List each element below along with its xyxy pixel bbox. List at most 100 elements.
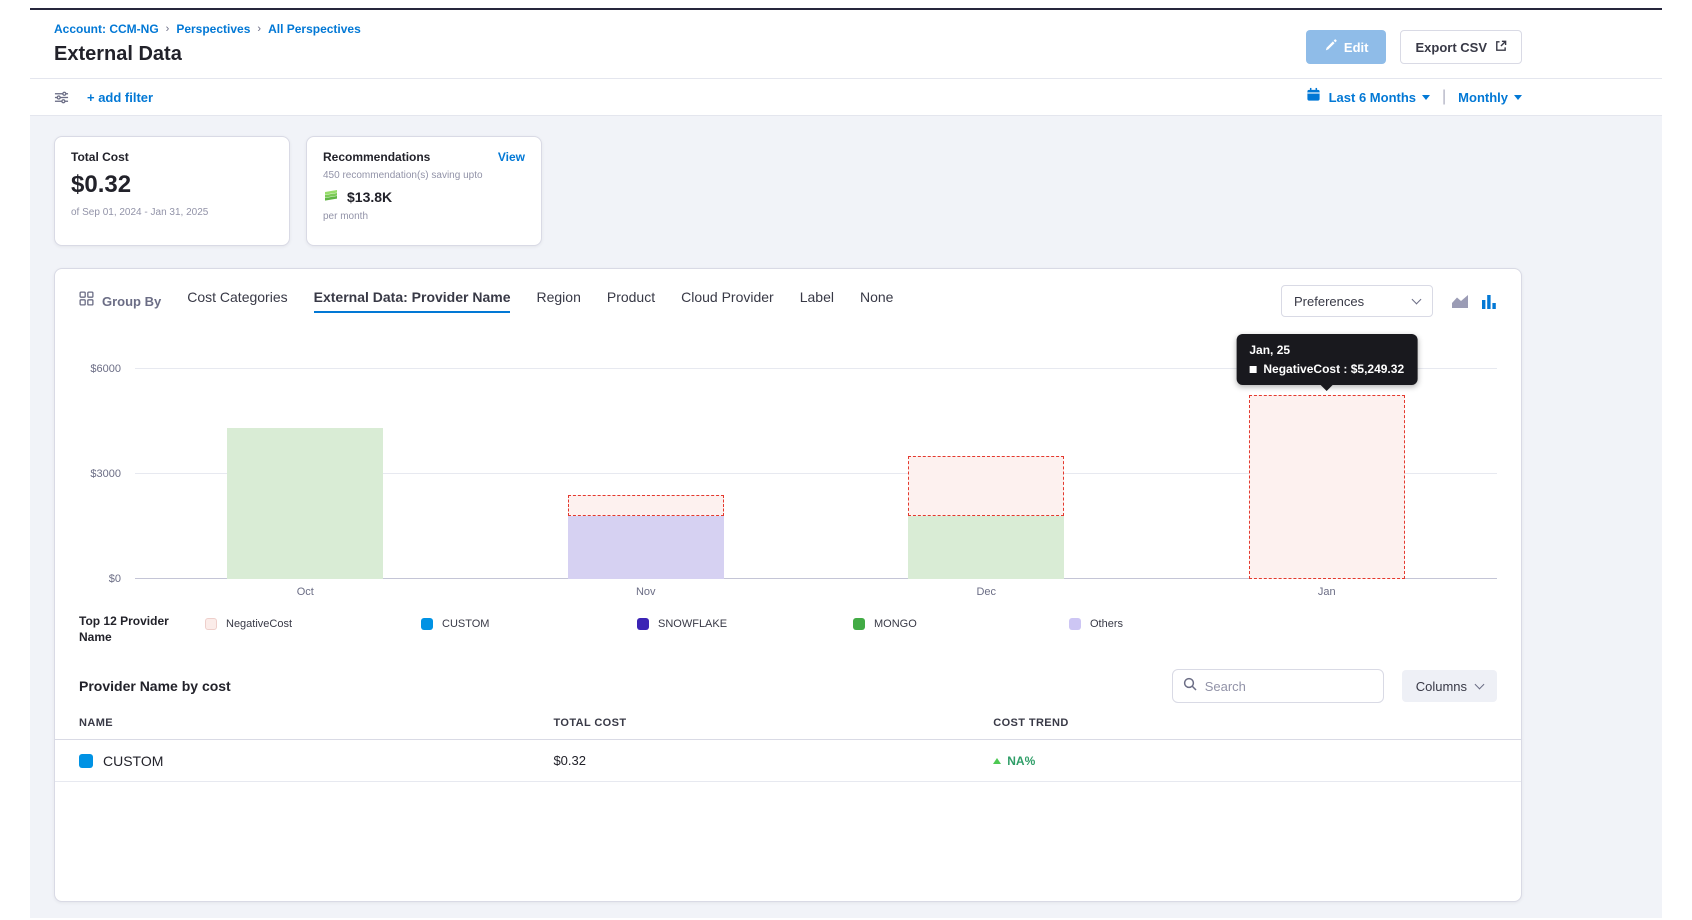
- bar-segment-mongo[interactable]: [908, 516, 1064, 579]
- granularity-dropdown[interactable]: Monthly: [1458, 90, 1522, 105]
- export-csv-label: Export CSV: [1415, 40, 1487, 55]
- recommendations-view-link[interactable]: View: [498, 150, 525, 164]
- money-icon: [323, 187, 340, 206]
- chart-slots: [135, 369, 1497, 579]
- bar-segment-others[interactable]: [568, 516, 724, 579]
- tab-none[interactable]: None: [860, 289, 893, 313]
- group-by-icon: [79, 291, 94, 311]
- chart-tooltip: Jan, 25 NegativeCost : $5,249.32: [1236, 334, 1417, 385]
- tab-cost-categories[interactable]: Cost Categories: [187, 289, 287, 313]
- tab-external-data-provider-name[interactable]: External Data: Provider Name: [314, 289, 511, 313]
- total-cost-cell: $0.32: [553, 753, 993, 768]
- bar-segment-negativecost[interactable]: [1249, 395, 1405, 579]
- chart-category-slot: [476, 369, 817, 579]
- time-range-dropdown[interactable]: Last 6 Months: [1329, 90, 1430, 105]
- filter-bar: + add filter Last 6 Months | Monthly: [30, 78, 1662, 116]
- x-axis-label-dec: Dec: [816, 586, 1157, 598]
- provider-icon: [79, 754, 93, 768]
- filter-right-controls: Last 6 Months | Monthly: [1306, 87, 1522, 107]
- total-cost-period: of Sep 01, 2024 - Jan 31, 2025: [71, 207, 273, 218]
- table-row-custom[interactable]: CUSTOM$0.32NA%: [55, 740, 1521, 782]
- group-by-tabs: Cost Categories External Data: Provider N…: [187, 289, 893, 313]
- edit-button[interactable]: Edit: [1306, 30, 1387, 64]
- preferences-label: Preferences: [1294, 294, 1364, 309]
- tab-cloud-provider[interactable]: Cloud Provider: [681, 289, 774, 313]
- bar-oct[interactable]: [227, 428, 383, 579]
- bar-dec[interactable]: [908, 456, 1064, 579]
- chevron-down-icon: [1412, 295, 1422, 305]
- legend-label: SNOWFLAKE: [658, 618, 727, 630]
- breadcrumb: Account: CCM-NG › Perspectives › All Perspec…: [54, 22, 1522, 36]
- chevron-down-icon: [1422, 95, 1430, 100]
- legend-item-others[interactable]: Others: [1069, 618, 1285, 630]
- legend-swatch: [205, 618, 217, 630]
- bar-segment-negativecost[interactable]: [908, 456, 1064, 516]
- bar-jan[interactable]: [1249, 395, 1405, 579]
- recommendations-card: Recommendations View 450 recommendation(…: [306, 136, 542, 246]
- breadcrumb-item-all-perspectives[interactable]: All Perspectives: [268, 22, 361, 36]
- total-cost-value: $0.32: [71, 171, 273, 199]
- legend-label: Others: [1090, 618, 1123, 630]
- breadcrumb-separator: ›: [166, 23, 170, 35]
- trend-up-icon: [993, 758, 1001, 764]
- y-axis-label: $0: [109, 573, 121, 585]
- add-filter-button[interactable]: + add filter: [87, 90, 153, 105]
- x-axis-label-nov: Nov: [476, 586, 817, 598]
- legend-label: CUSTOM: [442, 618, 489, 630]
- columns-button[interactable]: Columns: [1402, 670, 1497, 702]
- bar-nov[interactable]: [568, 495, 724, 579]
- recommendations-cadence: per month: [323, 211, 525, 222]
- tab-region[interactable]: Region: [536, 289, 580, 313]
- recommendations-description: 450 recommendation(s) saving upto: [323, 170, 525, 181]
- cost-trend-cell: NA%: [993, 754, 1521, 768]
- search-input[interactable]: [1205, 679, 1373, 694]
- chart-legend: Top 12 Provider Name NegativeCostCUSTOMS…: [79, 613, 1497, 645]
- column-header-name[interactable]: NAME: [55, 717, 553, 729]
- legend-item-custom[interactable]: CUSTOM: [421, 618, 637, 630]
- preferences-dropdown[interactable]: Preferences: [1281, 285, 1433, 317]
- tooltip-text: NegativeCost : $5,249.32: [1263, 362, 1404, 376]
- tab-label[interactable]: Label: [800, 289, 834, 313]
- bar-chart-icon[interactable]: [1481, 294, 1497, 309]
- chart-category-slot: [135, 369, 476, 579]
- column-header-total-cost[interactable]: TOTAL COST: [553, 717, 993, 729]
- legend-item-snowflake[interactable]: SNOWFLAKE: [637, 618, 853, 630]
- legend-swatch: [421, 618, 433, 630]
- legend-items: NegativeCost CUSTOM SNOWFLAKE MONGO Others: [205, 613, 1497, 630]
- total-cost-card: Total Cost $0.32 of Sep 01, 2024 - Jan 3…: [54, 136, 290, 246]
- chevron-down-icon: [1475, 680, 1485, 690]
- breadcrumb-item-perspectives[interactable]: Perspectives: [176, 22, 250, 36]
- provider-cost-table: NAMETOTAL COSTCOST TREND CUSTOM$0.32NA%: [55, 717, 1521, 782]
- legend-item-mongo[interactable]: MONGO: [853, 618, 1069, 630]
- page-header: Account: CCM-NG › Perspectives › All Perspec…: [30, 10, 1662, 78]
- breadcrumb-separator: ›: [257, 23, 261, 35]
- bar-segment-negativecost[interactable]: [568, 495, 724, 516]
- area-chart-icon[interactable]: [1451, 294, 1469, 309]
- x-axis-label-oct: Oct: [135, 586, 476, 598]
- bar-segment-mongo[interactable]: [227, 428, 383, 579]
- y-axis-label: $6000: [90, 363, 121, 375]
- filter-settings-icon[interactable]: [54, 90, 69, 105]
- group-by-label: Group By: [102, 294, 161, 309]
- group-by-row: Group By Cost Categories External Data: P…: [79, 285, 1497, 317]
- external-link-icon: [1494, 39, 1507, 55]
- legend-item-negativecost[interactable]: NegativeCost: [205, 618, 421, 630]
- content-area: Total Cost $0.32 of Sep 01, 2024 - Jan 3…: [30, 116, 1662, 918]
- trend-value: NA%: [1007, 754, 1035, 768]
- legend-label: MONGO: [874, 618, 917, 630]
- summary-cards: Total Cost $0.32 of Sep 01, 2024 - Jan 3…: [54, 136, 1522, 246]
- calendar-icon: [1306, 87, 1321, 107]
- tab-product[interactable]: Product: [607, 289, 655, 313]
- pencil-icon: [1324, 39, 1337, 55]
- header-actions: Edit Export CSV: [1306, 30, 1522, 64]
- breadcrumb-item-account-ccm-ng[interactable]: Account: CCM-NG: [54, 22, 159, 36]
- column-header-cost-trend[interactable]: COST TREND: [993, 717, 1521, 729]
- app-window: Account: CCM-NG › Perspectives › All Perspec…: [30, 8, 1662, 918]
- x-axis-label-jan: Jan: [1157, 586, 1498, 598]
- search-box: [1172, 669, 1384, 703]
- table-body: CUSTOM$0.32NA%: [55, 740, 1521, 782]
- table-title: Provider Name by cost: [79, 678, 231, 694]
- chart-area: $0$3000$6000 Jan, 25 NegativeCost : $5,2…: [79, 319, 1497, 605]
- export-csv-button[interactable]: Export CSV: [1400, 30, 1522, 64]
- y-axis: $0$3000$6000: [79, 369, 127, 579]
